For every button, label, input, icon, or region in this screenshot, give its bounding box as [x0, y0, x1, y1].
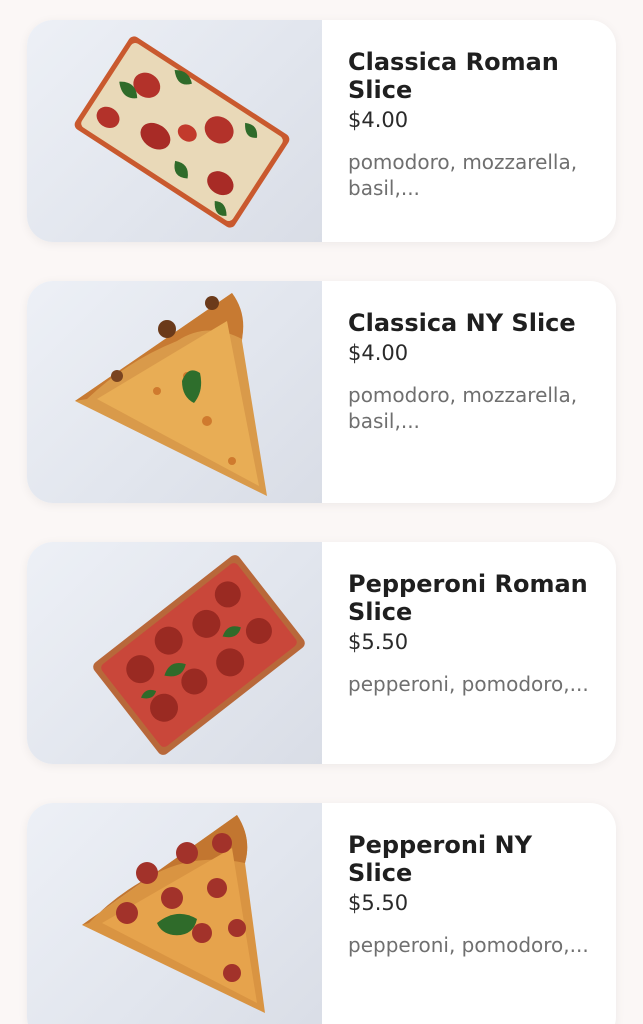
menu-item-info: Pepperoni Roman Slice $5.50 pepperoni, p… [322, 542, 616, 764]
menu-item-info: Pepperoni NY Slice $5.50 pepperoni, pomo… [322, 803, 616, 1024]
roman-margherita-slice-image [74, 36, 290, 228]
ny-pepperoni-slice-image [82, 815, 265, 1013]
pizza-photo [27, 281, 322, 503]
menu-item-price: $5.50 [348, 891, 409, 915]
roman-pepperoni-slice-image [93, 555, 305, 755]
menu-item-card[interactable]: Pepperoni Roman Slice $5.50 pepperoni, p… [27, 542, 616, 764]
menu-item-card[interactable]: Classica Roman Slice $4.00 pomodoro, moz… [27, 20, 616, 242]
menu-item-description: pepperoni, pomodoro,... [348, 933, 589, 957]
menu-item-price: $4.00 [348, 108, 409, 132]
pizza-photo [27, 20, 322, 242]
menu-list: Classica Roman Slice $4.00 pomodoro, moz… [0, 0, 643, 1024]
menu-item-description: pomodoro, mozzarella, basil,... [348, 383, 578, 433]
menu-item-title: Pepperoni NY Slice [348, 831, 532, 887]
ny-cheese-slice-image [75, 293, 267, 496]
pizza-photo [27, 542, 322, 764]
menu-item-price: $4.00 [348, 341, 409, 365]
pizza-photo [27, 803, 322, 1024]
menu-item-title: Classica NY Slice [348, 309, 576, 337]
menu-item-card[interactable]: Pepperoni NY Slice $5.50 pepperoni, pomo… [27, 803, 616, 1024]
menu-item-price: $5.50 [348, 630, 409, 654]
menu-item-description: pepperoni, pomodoro,... [348, 672, 589, 696]
menu-item-card[interactable]: Classica NY Slice $4.00 pomodoro, mozzar… [27, 281, 616, 503]
menu-item-description: pomodoro, mozzarella, basil,... [348, 150, 578, 200]
menu-item-info: Classica Roman Slice $4.00 pomodoro, moz… [322, 20, 616, 242]
menu-item-title: Pepperoni Roman Slice [348, 570, 588, 626]
menu-item-title: Classica Roman Slice [348, 48, 559, 104]
menu-item-info: Classica NY Slice $4.00 pomodoro, mozzar… [322, 281, 616, 503]
